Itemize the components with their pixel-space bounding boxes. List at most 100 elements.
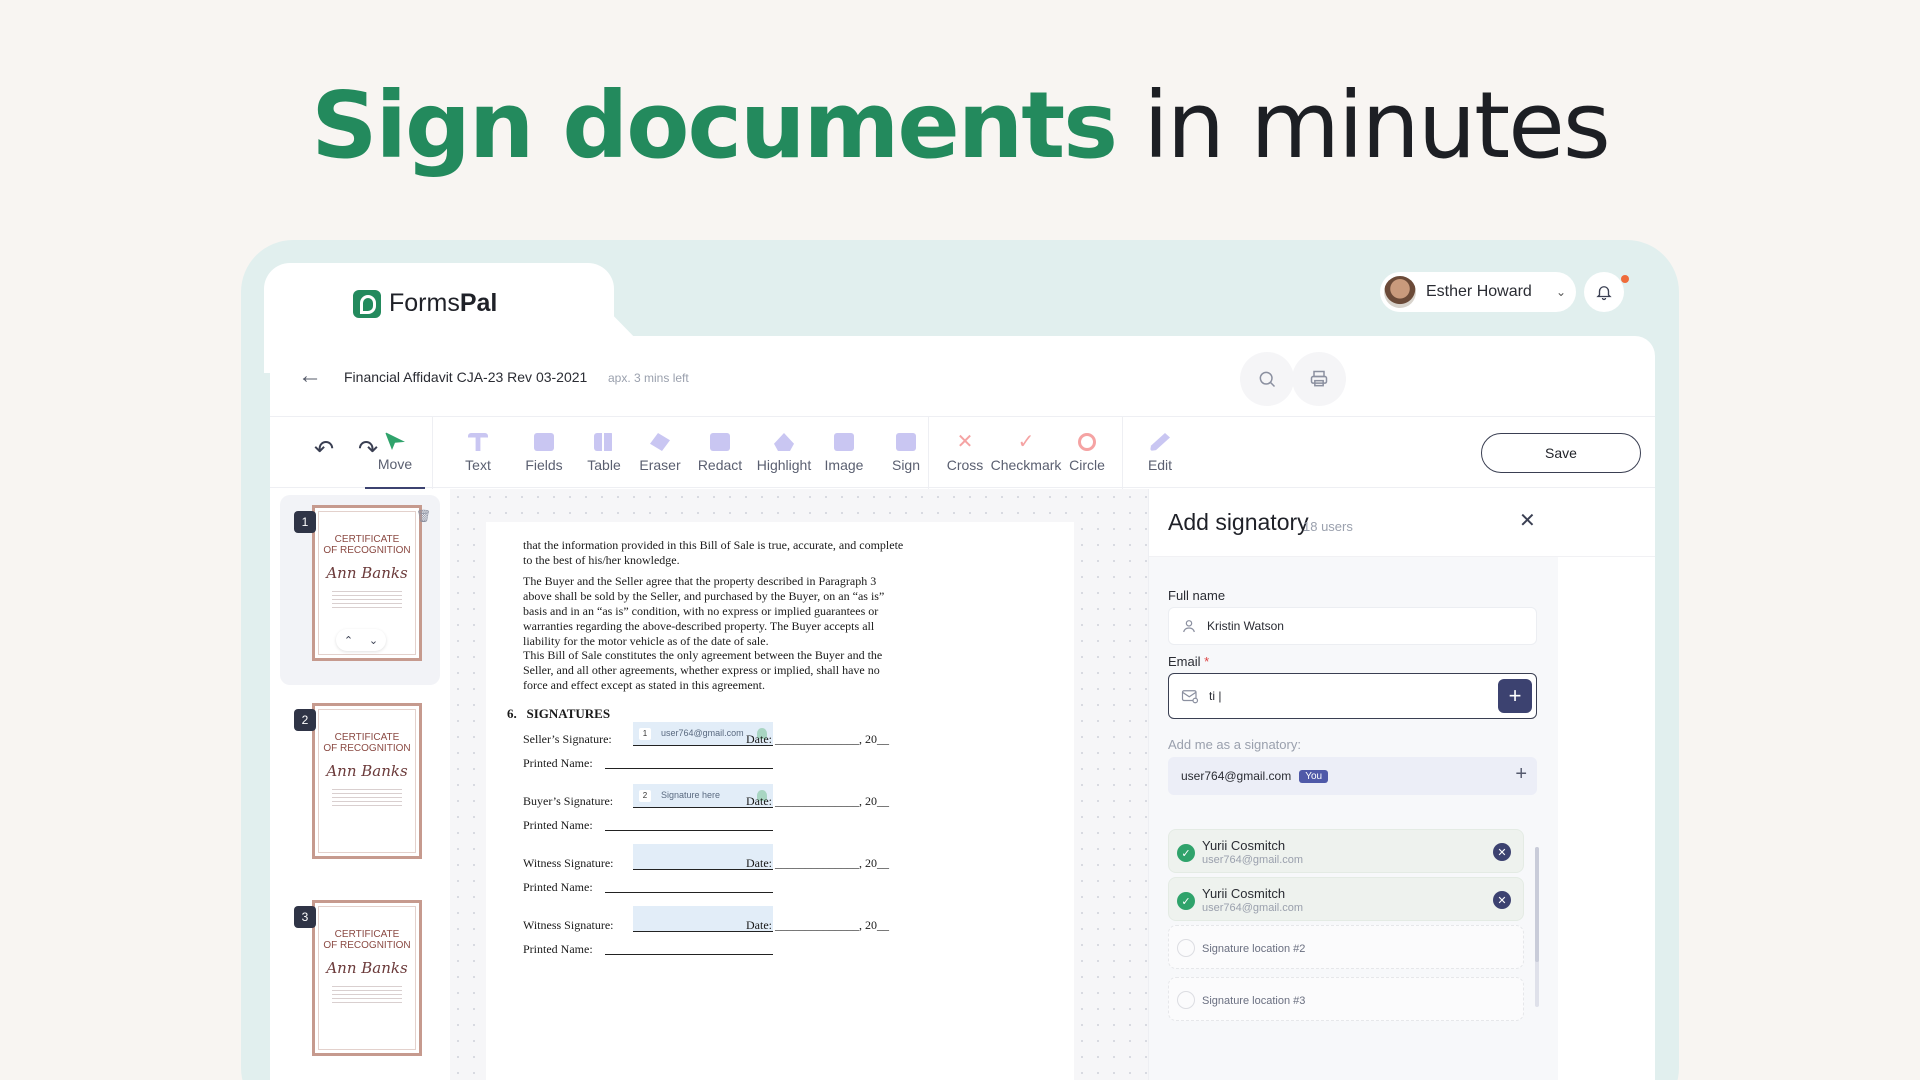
panel-header: Add signatory 18 users ✕ [1149, 489, 1655, 557]
tool-label: Table [587, 457, 621, 473]
avatar [1384, 276, 1416, 308]
plus-icon[interactable]: + [1515, 763, 1527, 786]
tool-cross[interactable]: ✕ Cross [940, 417, 990, 489]
back-arrow-icon[interactable]: ← [298, 362, 322, 390]
bell-icon [1596, 286, 1612, 301]
tool-checkmark[interactable]: ✓ Checkmark [991, 417, 1062, 489]
highlight-icon [774, 433, 794, 451]
cert-name: Ann Banks [326, 959, 408, 977]
eraser-icon [650, 433, 670, 451]
undo-icon[interactable]: ↶ [314, 435, 334, 464]
scrollbar-thumb[interactable] [1535, 847, 1539, 962]
toolbar: ↶ ↷ Move Text Fields Table Eraser Redact [270, 416, 1655, 489]
tool-label: Text [465, 457, 491, 473]
remove-icon[interactable]: ✕ [1493, 891, 1511, 909]
location-label: Signature location #3 [1202, 995, 1306, 1007]
add-me-label: Add me as a signatory: [1168, 737, 1301, 752]
circle-icon [1078, 433, 1096, 451]
date-label: Date: ______________, 20__ [746, 856, 889, 870]
cert-body [332, 588, 402, 608]
document-page[interactable]: that the information provided in this Bi… [486, 522, 1074, 1080]
check-icon: ✓ [1177, 844, 1195, 862]
tool-eraser[interactable]: Eraser [632, 417, 688, 489]
tool-edit[interactable]: Edit [1140, 417, 1180, 489]
tool-table[interactable]: Table [576, 417, 632, 489]
hero-strong: Sign documents [311, 72, 1118, 179]
seller-signature-label: Seller’s Signature: [523, 732, 612, 746]
tool-circle[interactable]: Circle [1064, 417, 1110, 489]
signer-row[interactable]: ✓ Yurii Cosmitch user764@gmail.com ✕ [1168, 877, 1524, 921]
save-button[interactable]: Save [1481, 433, 1641, 473]
search-button[interactable] [1240, 352, 1294, 406]
tool-redact[interactable]: Redact [690, 417, 750, 489]
tool-text[interactable]: Text [454, 417, 502, 489]
printed-name-line[interactable] [605, 768, 773, 769]
divider [432, 417, 433, 489]
paragraph: This Bill of Sale constitutes the only a… [523, 648, 883, 692]
empty-circle-icon [1177, 991, 1195, 1009]
paragraph: The Buyer and the Seller agree that the … [523, 574, 885, 648]
page-number: 1 [294, 511, 316, 533]
panel-body: Full name Kristin Watson Email * ti | + … [1149, 557, 1558, 1080]
print-button[interactable] [1292, 352, 1346, 406]
printed-name-line[interactable] [605, 954, 773, 955]
printed-name-line[interactable] [605, 830, 773, 831]
empty-circle-icon [1177, 939, 1195, 957]
tool-label: Cross [946, 457, 984, 473]
sign-icon [896, 433, 916, 451]
cert-title: OF RECOGNITION [323, 545, 411, 556]
add-email-button[interactable]: + [1498, 679, 1532, 713]
time-left: apx. 3 mins left [608, 371, 689, 385]
page-number: 2 [294, 709, 316, 731]
signer-name: Yurii Cosmitch [1202, 886, 1286, 901]
pencil-icon [1150, 433, 1170, 451]
search-icon [1259, 371, 1276, 388]
document-bar: ← Financial Affidavit CJA-23 Rev 03-2021… [270, 336, 1655, 416]
signer-name: Yurii Cosmitch [1202, 838, 1286, 853]
signer-email: user764@gmail.com [1202, 854, 1304, 866]
tool-label: Checkmark [990, 457, 1062, 473]
tool-sign[interactable]: Sign [878, 417, 934, 489]
tool-move[interactable]: Move [365, 417, 425, 489]
tool-highlight[interactable]: Highlight [746, 417, 822, 489]
page-thumb-2[interactable]: CERTIFICATE OF RECOGNITION Ann Banks 2 [280, 693, 440, 883]
notification-dot [1621, 275, 1629, 283]
email-field[interactable]: ti | + [1168, 673, 1537, 719]
trash-icon[interactable]: 🗑 [416, 509, 431, 523]
field-number: 1 [639, 727, 651, 740]
cert-title: OF RECOGNITION [323, 940, 411, 951]
remove-icon[interactable]: ✕ [1493, 843, 1511, 861]
close-icon[interactable]: ✕ [1519, 508, 1536, 533]
add-me-row[interactable]: user764@gmail.com You + [1168, 757, 1537, 795]
full-name-field[interactable]: Kristin Watson [1168, 607, 1537, 645]
signature-location-slot[interactable]: Signature location #2 [1168, 925, 1524, 969]
printed-name-label: Printed Name: [523, 818, 593, 832]
editor-panel: ← Financial Affidavit CJA-23 Rev 03-2021… [270, 336, 1655, 1080]
user-menu[interactable]: Esther Howard ⌄ [1380, 272, 1576, 312]
page-nav[interactable]: ⌃ ⌄ [336, 629, 386, 651]
cert-title: OF RECOGNITION [323, 743, 411, 754]
chevron-down-icon[interactable]: ⌄ [369, 634, 378, 647]
printed-name-line[interactable] [605, 892, 773, 893]
formspal-logo-icon [353, 289, 381, 318]
chevron-up-icon[interactable]: ⌃ [344, 634, 353, 647]
cert-body [332, 983, 402, 1003]
printer-icon [1310, 370, 1328, 387]
date-label: Date: ______________, 20__ [746, 794, 889, 808]
page-thumb-1[interactable]: CERTIFICATE OF RECOGNITION Ann Banks 1 🗑… [280, 495, 440, 685]
document-title: Financial Affidavit CJA-23 Rev 03-2021 [344, 369, 588, 385]
signature-location-slot[interactable]: Signature location #3 [1168, 977, 1524, 1021]
cert-title: CERTIFICATE [334, 929, 400, 940]
cert-name: Ann Banks [326, 564, 408, 582]
logo[interactable]: FormsPal [353, 289, 497, 318]
tool-fields[interactable]: Fields [516, 417, 572, 489]
mail-icon [1181, 690, 1199, 704]
checkmark-icon: ✓ [1017, 431, 1035, 453]
tool-image[interactable]: Image [816, 417, 872, 489]
notifications-button[interactable] [1584, 272, 1624, 312]
page-thumb-3[interactable]: CERTIFICATE OF RECOGNITION Ann Banks 3 [280, 890, 440, 1080]
signer-row[interactable]: ✓ Yurii Cosmitch user764@gmail.com ✕ [1168, 829, 1524, 873]
cert-body [332, 786, 402, 806]
tool-label: Fields [525, 457, 563, 473]
full-name-value: Kristin Watson [1207, 619, 1284, 633]
